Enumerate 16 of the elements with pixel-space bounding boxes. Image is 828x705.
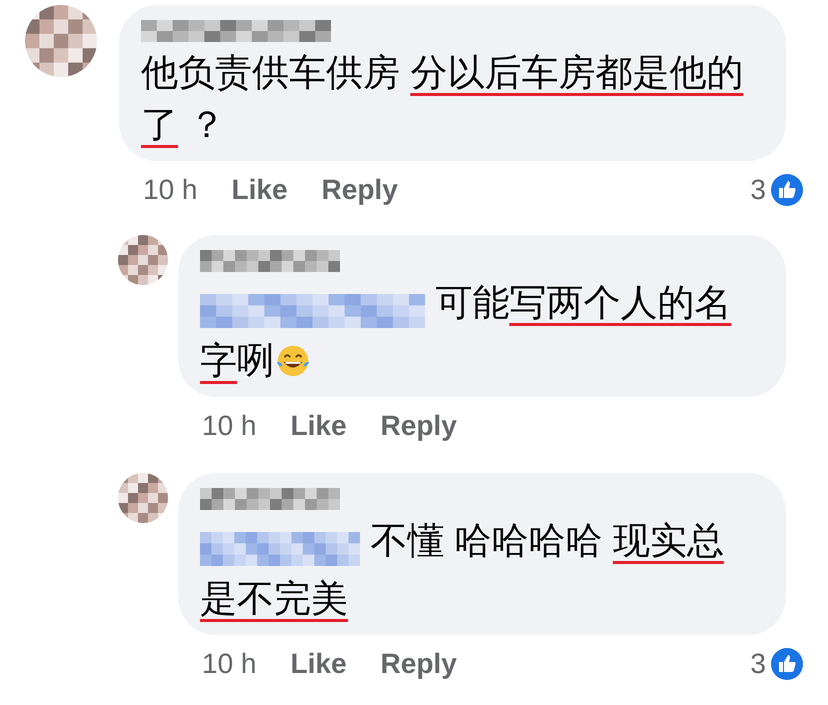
comment-time: 10 h [202, 647, 256, 681]
like-link[interactable]: Like [290, 643, 347, 685]
comment-time: 10 h [143, 173, 198, 207]
reply-link[interactable]: Reply [380, 643, 457, 685]
comment-time: 10 h [202, 409, 256, 443]
reply-link[interactable]: Reply [322, 169, 398, 211]
comment-text: 可能写两个人的名字咧 [200, 281, 732, 383]
like-reaction-icon [770, 647, 804, 681]
like-reaction-icon [770, 173, 804, 207]
reply-link[interactable]: Reply [380, 405, 457, 447]
like-link[interactable]: Like [232, 169, 288, 211]
comment-text: 不懂 哈哈哈哈 现实总是不完美 [200, 519, 725, 621]
like-link[interactable]: Like [290, 405, 347, 447]
reaction-count: 3 [750, 647, 766, 681]
reaction-count: 3 [750, 173, 766, 207]
comment-text: 他负责供车供房 分以后车房都是他的了 ？ [141, 51, 744, 147]
